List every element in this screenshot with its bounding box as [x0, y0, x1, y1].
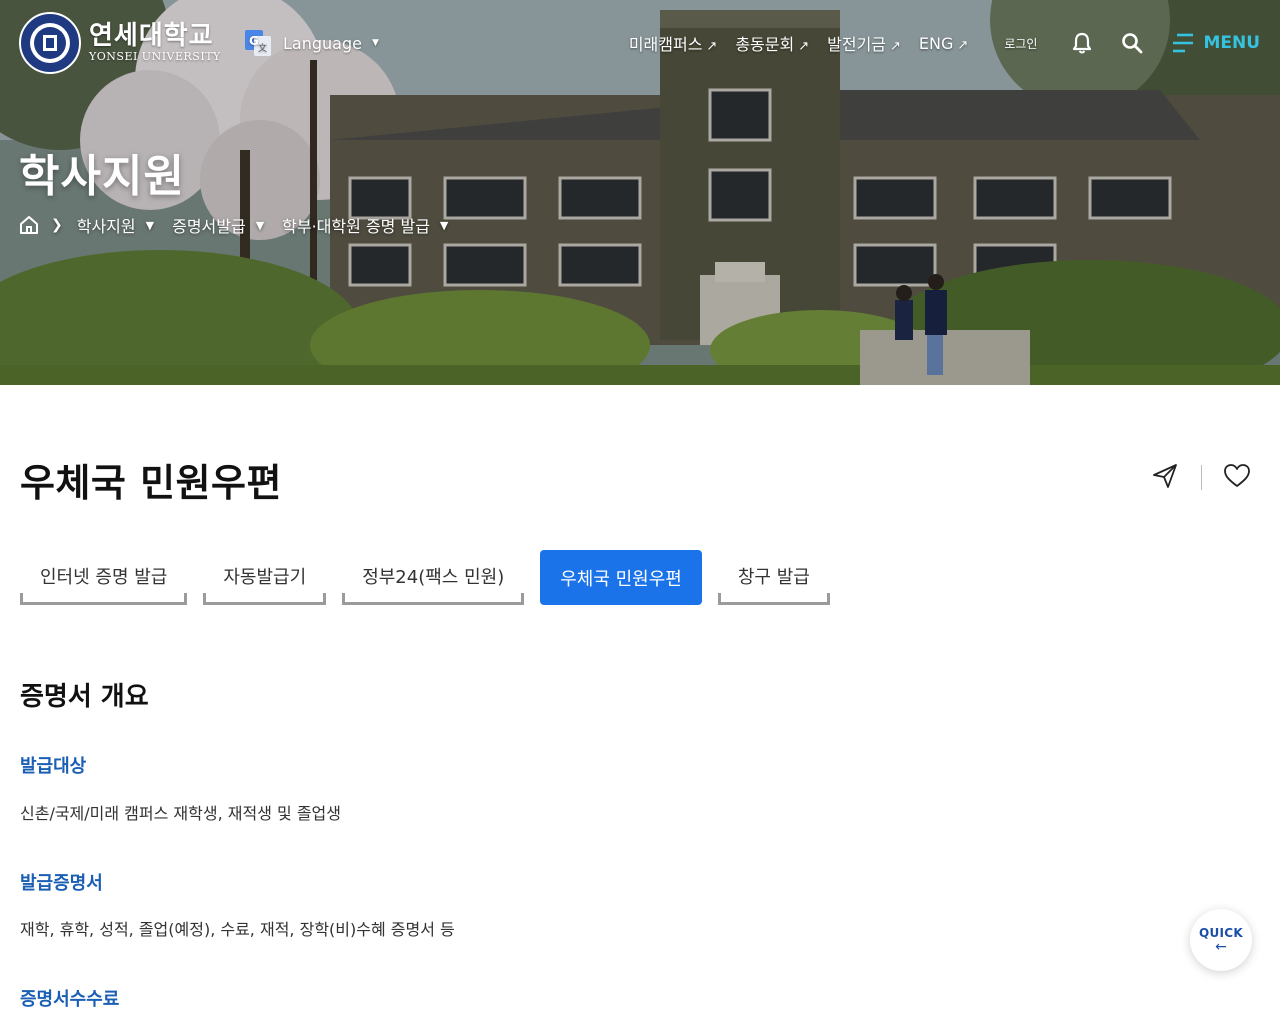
logo-english-text: YONSEI UNIVERSITY — [89, 50, 221, 63]
util-link-alumni[interactable]: 총동문회 ↗ — [735, 31, 809, 55]
page-title: 우체국 민원우편 — [20, 461, 282, 505]
university-logo[interactable]: 연세대학교 YONSEI UNIVERSITY — [19, 12, 221, 74]
external-link-icon: ↗ — [706, 39, 718, 54]
breadcrumb-item-academic[interactable]: 학사지원 ▼ — [77, 213, 154, 237]
language-label: Language — [283, 33, 362, 53]
menu-icon — [1173, 33, 1194, 53]
share-icon[interactable] — [1151, 462, 1179, 490]
menu-button[interactable]: MENU — [1171, 32, 1260, 54]
paragraph-eligibility: 신촌/국제/미래 캠퍼스 재학생, 재적생 및 졸업생 — [20, 804, 341, 823]
bell-icon — [1073, 32, 1092, 54]
tab-post-office-mail[interactable]: 우체국 민원우편 — [540, 550, 702, 605]
svg-text:文: 文 — [258, 42, 267, 54]
translate-icon: G 文 — [245, 30, 271, 56]
section-title: 증명서 개요 — [20, 682, 149, 712]
subheading-fee: 증명서수수료 — [20, 989, 120, 1010]
hero-title: 학사지원 — [19, 151, 185, 202]
chevron-down-icon: ▼ — [145, 218, 155, 232]
chevron-down-icon: ▼ — [439, 218, 449, 232]
issuance-method-tabs: 인터넷 증명 발급 자동발급기 정부24(팩스 민원) 우체국 민원우편 창구 … — [20, 550, 830, 605]
paragraph-certificates: 재학, 휴학, 성적, 졸업(예정), 수료, 재적, 장학(비)수혜 증명서 … — [20, 920, 455, 939]
search-icon — [1122, 33, 1143, 54]
subheading-eligibility: 발급대상 — [20, 756, 87, 777]
notification-button[interactable] — [1071, 32, 1093, 54]
logo-korean-text: 연세대학교 — [89, 21, 214, 51]
external-link-icon: ↗ — [890, 39, 901, 54]
chevron-down-icon: ▼ — [255, 218, 265, 232]
login-link[interactable]: 로그인 — [1004, 35, 1037, 52]
subheading-certificates: 발급증명서 — [20, 873, 103, 894]
home-icon[interactable] — [19, 215, 39, 235]
quick-label: QUICK — [1198, 926, 1243, 940]
divider — [1201, 465, 1202, 490]
utility-bar: 미래캠퍼스 ↗ 총동문회 ↗ 발전기금 ↗ ENG ↗ 로그인 MENU — [629, 28, 1280, 58]
language-selector[interactable]: G 文 Language ▼ — [245, 30, 379, 56]
breadcrumb-item-certificate[interactable]: 증명서발급 ▼ — [172, 213, 264, 237]
external-link-icon: ↗ — [957, 37, 969, 53]
util-link-english[interactable]: ENG ↗ — [919, 34, 968, 53]
menu-label: MENU — [1203, 33, 1260, 53]
university-seal-icon — [19, 12, 81, 74]
chevron-right-icon: ❯ — [51, 217, 63, 233]
caret-down-icon: ▼ — [371, 38, 379, 48]
hero-banner: 연세대학교 YONSEI UNIVERSITY G 文 Language ▼ 미… — [0, 0, 1280, 385]
tab-gov24-fax[interactable]: 정부24(팩스 민원) — [342, 550, 525, 605]
quick-menu-button[interactable]: QUICK ← — [1190, 909, 1252, 971]
tab-counter-issuance[interactable]: 창구 발급 — [717, 550, 830, 605]
search-button[interactable] — [1121, 32, 1143, 54]
breadcrumb-item-undergrad-grad[interactable]: 학부·대학원 증명 발급 ▼ — [282, 213, 448, 237]
top-navigation: 연세대학교 YONSEI UNIVERSITY G 文 Language ▼ 미… — [0, 0, 1280, 86]
heart-icon[interactable] — [1223, 462, 1251, 490]
util-link-future-campus[interactable]: 미래캠퍼스 ↗ — [629, 31, 718, 55]
arrow-left-icon: ← — [1215, 939, 1227, 955]
external-link-icon: ↗ — [798, 39, 810, 54]
util-link-development-fund[interactable]: 발전기금 ↗ — [827, 31, 901, 55]
tab-internet-issuance[interactable]: 인터넷 증명 발급 — [20, 550, 188, 605]
breadcrumb: ❯ 학사지원 ▼ 증명서발급 ▼ 학부·대학원 증명 발급 ▼ — [19, 213, 466, 237]
tab-kiosk[interactable]: 자동발급기 — [203, 550, 327, 605]
